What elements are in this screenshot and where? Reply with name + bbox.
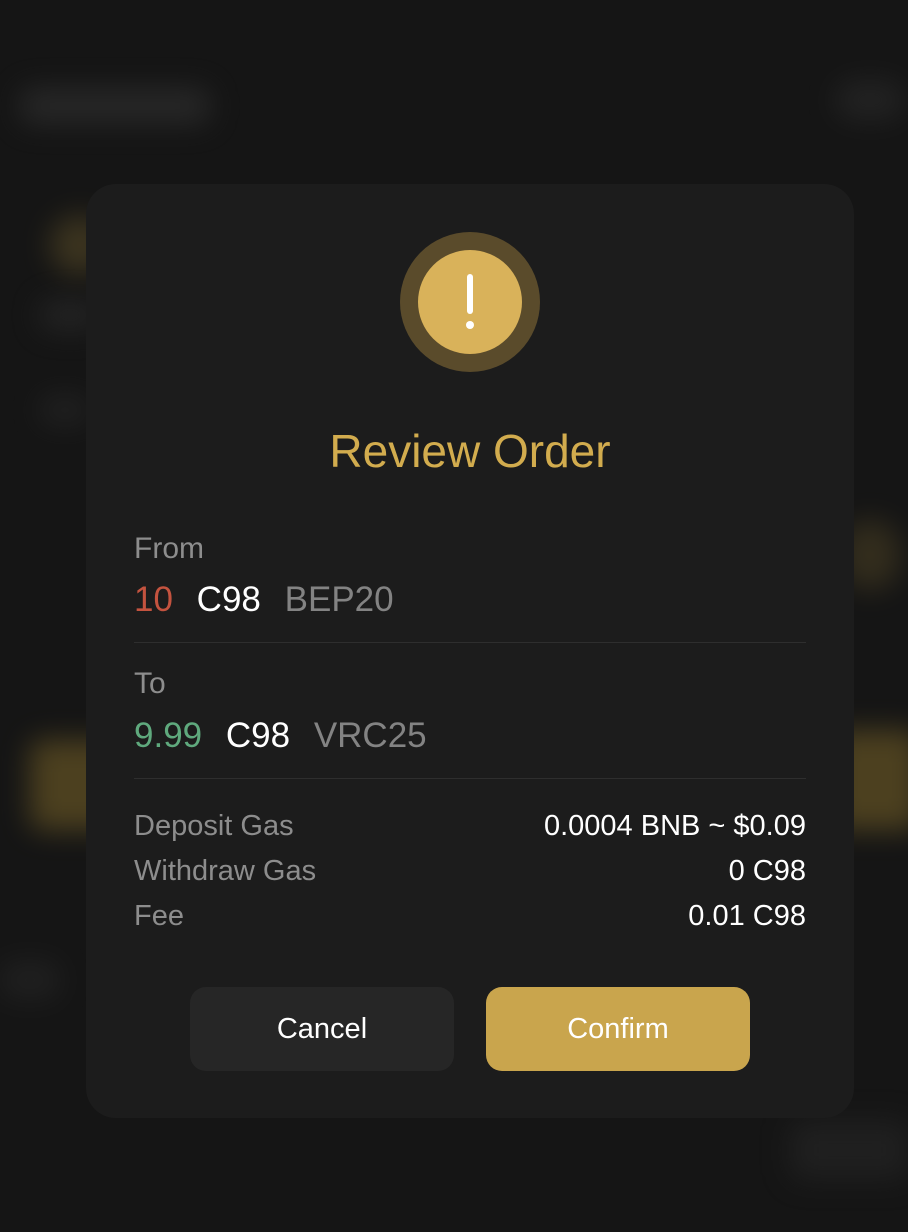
detail-row-fee: Fee 0.01 C98 [134, 900, 806, 940]
background-blur-text [0, 960, 60, 1000]
from-amount: 10 [134, 580, 173, 619]
from-network: BEP20 [284, 580, 394, 619]
to-network: VRC25 [313, 716, 427, 755]
to-amount-row: 9.99 C98 VRC25 [134, 716, 441, 756]
confirm-button[interactable]: Confirm [486, 987, 750, 1071]
detail-label: Deposit Gas [134, 810, 294, 842]
to-token: C98 [225, 716, 291, 755]
detail-value: 0 C98 [728, 855, 806, 887]
from-amount-row: 10 C98 BEP20 [134, 580, 408, 620]
background-blur-header [20, 88, 210, 124]
exclamation-alert-icon [418, 250, 522, 354]
from-label: From [134, 532, 204, 565]
background-blur-header-action [835, 80, 905, 120]
detail-value: 0.0004 BNB ~ $0.09 [543, 810, 806, 842]
modal-title: Review Order [329, 425, 611, 477]
divider [134, 778, 806, 779]
cancel-button[interactable]: Cancel [190, 987, 454, 1071]
to-amount: 9.99 [134, 716, 203, 755]
review-order-modal: Review Order From 10 C98 BEP20 To 9.99 C… [86, 184, 854, 1118]
alert-icon-ring [400, 232, 540, 372]
background-blur-panel [790, 1120, 908, 1180]
detail-row-deposit-gas: Deposit Gas 0.0004 BNB ~ $0.09 [134, 810, 806, 850]
detail-value: 0.01 C98 [688, 900, 806, 932]
detail-row-withdraw-gas: Withdraw Gas 0 C98 [134, 855, 806, 895]
divider [134, 642, 806, 643]
to-label: To [134, 667, 166, 700]
detail-label: Withdraw Gas [134, 855, 317, 887]
from-token: C98 [196, 580, 261, 619]
detail-label: Fee [134, 900, 184, 932]
background-blur-text [40, 395, 90, 425]
